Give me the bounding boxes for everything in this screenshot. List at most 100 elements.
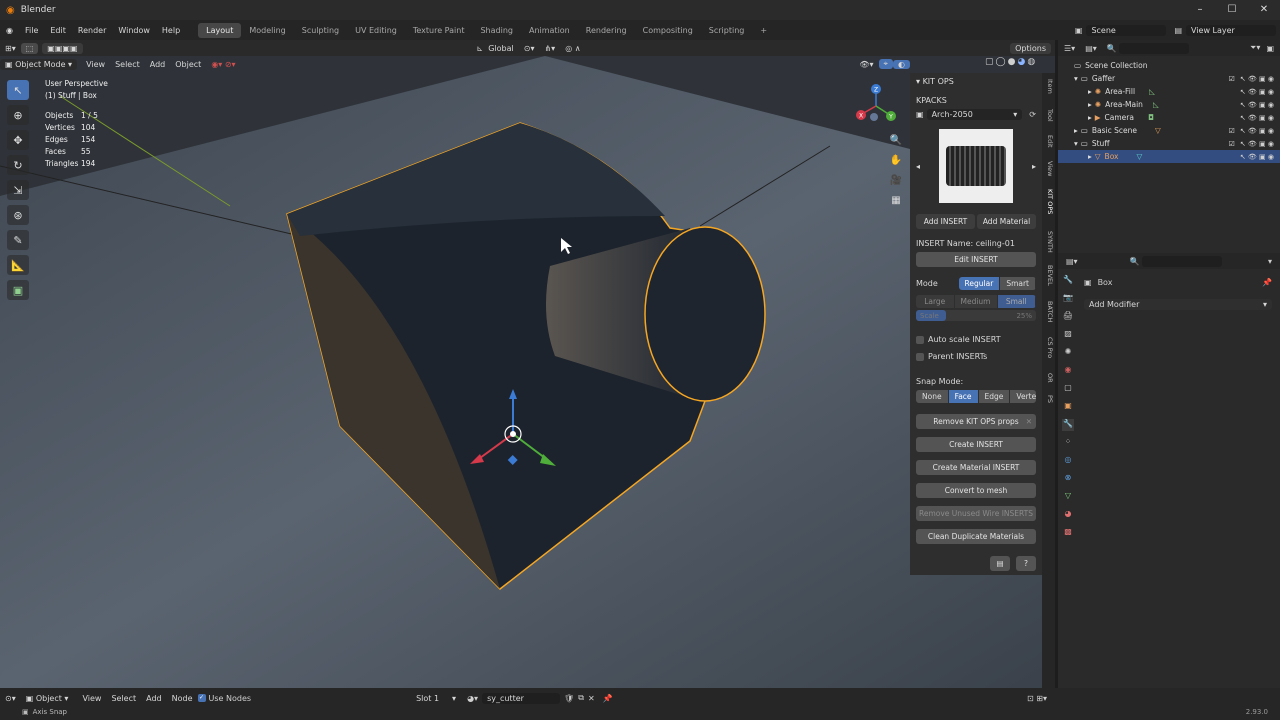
world-props-icon[interactable]: ◉: [1062, 365, 1074, 377]
tab-synth[interactable]: SYNTH: [1046, 231, 1054, 253]
selection-mode-icons[interactable]: ▣▣▣▣: [42, 42, 83, 54]
tab-modeling[interactable]: Modeling: [241, 23, 293, 38]
outliner-search-input[interactable]: [1118, 42, 1189, 54]
menu-file[interactable]: File: [19, 26, 44, 35]
editor-type-icon[interactable]: ⊞▾: [0, 44, 21, 53]
insert-thumbnail[interactable]: [939, 129, 1013, 203]
convert-to-mesh-button[interactable]: Convert to mesh: [916, 483, 1036, 498]
output-props-icon[interactable]: 🖨: [1062, 311, 1074, 323]
zoom-icon[interactable]: 🔍: [888, 135, 904, 151]
scene-props-icon[interactable]: ✺: [1062, 347, 1074, 359]
addon-icons[interactable]: ◉▾ ⊘▾: [206, 60, 240, 69]
transform-orientation[interactable]: Global: [483, 44, 519, 53]
view-layer-selector[interactable]: View Layer: [1186, 24, 1276, 36]
annotate-tool-icon[interactable]: ✎: [7, 230, 29, 250]
scale-slider[interactable]: Scale 25%: [916, 310, 1036, 321]
tab-sculpting[interactable]: Sculpting: [294, 23, 347, 38]
tab-uv-editing[interactable]: UV Editing: [347, 23, 405, 38]
tab-animation[interactable]: Animation: [521, 23, 578, 38]
tab-ps[interactable]: PS: [1046, 395, 1054, 403]
tab-tool[interactable]: Tool: [1046, 109, 1054, 122]
view-layer-props-icon[interactable]: ▨: [1062, 329, 1074, 341]
preferences-icon[interactable]: ▤: [990, 556, 1010, 571]
measure-tool-icon[interactable]: 📐: [7, 255, 29, 275]
size-small-button[interactable]: Small: [997, 295, 1036, 308]
scale-tool-icon[interactable]: ⇲: [7, 180, 29, 200]
add-menu[interactable]: Add: [145, 60, 171, 69]
fake-user-icon[interactable]: 🛡: [564, 694, 574, 703]
parent-inserts-checkbox[interactable]: Parent INSERTs: [916, 352, 1036, 361]
outliner-row-camera[interactable]: ▸ ▶ Camera ◘ ↖ 👁 ▣ ◉: [1058, 111, 1280, 124]
shader-type-selector[interactable]: ▣ Object ▾: [20, 692, 74, 704]
render-props-icon[interactable]: 📷: [1062, 293, 1074, 305]
object-menu[interactable]: Object: [170, 60, 206, 69]
pin-icon[interactable]: 📌: [603, 694, 613, 703]
data-props-icon[interactable]: ▽: [1062, 491, 1074, 503]
new-collection-icon[interactable]: ▣: [1266, 44, 1274, 53]
outliner-editor-icon[interactable]: ☰▾: [1064, 44, 1075, 53]
auto-scale-checkbox[interactable]: Auto scale INSERT: [916, 335, 1036, 344]
kpack-selector[interactable]: Arch-2050 ▾: [926, 109, 1023, 120]
snap-vertex-button[interactable]: Vertex: [1010, 390, 1036, 403]
visibility-toggles[interactable]: ☑ ↖ 👁 ▣ ◉: [1229, 127, 1274, 135]
properties-search-input[interactable]: [1141, 255, 1222, 267]
visibility-toggles[interactable]: ☑ ↖ 👁 ▣ ◉: [1229, 140, 1274, 148]
outliner-row-stuff[interactable]: ▾ ▭ Stuff ☑ ↖ 👁 ▣ ◉: [1058, 137, 1280, 150]
visibility-icon[interactable]: 👁▾: [854, 60, 878, 69]
properties-editor-icon[interactable]: ▤▾: [1066, 257, 1078, 266]
pin-icon[interactable]: 📌: [1262, 278, 1272, 287]
add-modifier-dropdown[interactable]: Add Modifier ▾: [1084, 299, 1272, 310]
help-icon[interactable]: ?: [1016, 556, 1036, 571]
tab-scripting[interactable]: Scripting: [701, 23, 753, 38]
add-workspace-icon[interactable]: +: [752, 23, 775, 38]
menu-render[interactable]: Render: [72, 26, 112, 35]
remove-unused-wire-inserts-button[interactable]: Remove Unused Wire INSERTS: [916, 506, 1036, 521]
visibility-toggles[interactable]: ↖ 👁 ▣ ◉: [1240, 88, 1274, 96]
tab-bevel[interactable]: BEVEL: [1046, 265, 1054, 286]
tab-batch[interactable]: BATCH: [1046, 301, 1054, 322]
tab-kitops[interactable]: KIT OPS: [1046, 189, 1054, 214]
tab-cs-pro[interactable]: CS Pro: [1046, 337, 1054, 358]
pivot-icon[interactable]: ⊙▾: [519, 44, 540, 53]
visibility-toggles[interactable]: ↖ 👁 ▣ ◉: [1240, 114, 1274, 122]
camera-view-icon[interactable]: 🎥: [888, 175, 904, 191]
clean-duplicate-materials-button[interactable]: Clean Duplicate Materials: [916, 529, 1036, 544]
solid-shading-icon[interactable]: ●: [1008, 57, 1016, 67]
bottom-select-menu[interactable]: Select: [106, 694, 141, 703]
options-chevron-icon[interactable]: ▾: [1268, 257, 1272, 266]
tab-texture-paint[interactable]: Texture Paint: [405, 23, 473, 38]
tab-or[interactable]: OR: [1046, 373, 1054, 383]
object-props-icon[interactable]: ▣: [1062, 401, 1074, 413]
material-name-field[interactable]: sy_cutter: [482, 692, 561, 704]
tool-props-icon[interactable]: 🔧: [1062, 275, 1074, 287]
rotate-tool-icon[interactable]: ↻: [7, 155, 29, 175]
texture-props-icon[interactable]: ▩: [1062, 527, 1074, 539]
create-insert-button[interactable]: Create INSERT: [916, 437, 1036, 452]
outliner-row-scene-collection[interactable]: ▭ Scene Collection: [1058, 59, 1280, 72]
outliner-row-box[interactable]: ▸ ▽ Box ▽ ↖ 👁 ▣ ◉: [1058, 150, 1280, 163]
ortho-grid-icon[interactable]: ▦: [888, 195, 904, 211]
tab-compositing[interactable]: Compositing: [635, 23, 701, 38]
duplicate-material-icon[interactable]: ⧉: [578, 693, 584, 703]
navigation-gizmo[interactable]: Z X Y: [850, 82, 900, 132]
refresh-icon[interactable]: ⟳: [1029, 110, 1036, 119]
wireframe-shading-icon[interactable]: ◯: [996, 57, 1006, 67]
overlay-toggle-icon[interactable]: ◐: [893, 59, 910, 69]
tab-layout[interactable]: Layout: [198, 22, 242, 38]
prev-thumbnail-icon[interactable]: ◂: [916, 162, 920, 171]
cursor-tool-icon[interactable]: ⊕: [7, 105, 29, 125]
modifier-props-icon[interactable]: 🔧: [1062, 419, 1074, 431]
xray-icon[interactable]: ▢: [985, 57, 994, 67]
tab-view[interactable]: View: [1046, 161, 1054, 176]
close-button[interactable]: ✕: [1248, 0, 1280, 20]
size-medium-button[interactable]: Medium: [954, 295, 998, 308]
select-menu[interactable]: Select: [110, 60, 145, 69]
display-mode-icon[interactable]: ▤▾: [1085, 44, 1097, 53]
menu-help[interactable]: Help: [156, 26, 186, 35]
menu-edit[interactable]: Edit: [44, 26, 72, 35]
add-material-button[interactable]: Add Material: [977, 214, 1036, 229]
snap-node-icons[interactable]: ⊡ ⊞▾: [1027, 694, 1047, 703]
filter-icon[interactable]: ⏷▾: [1250, 43, 1260, 53]
minimize-button[interactable]: –: [1184, 0, 1216, 20]
bottom-view-menu[interactable]: View: [77, 694, 106, 703]
